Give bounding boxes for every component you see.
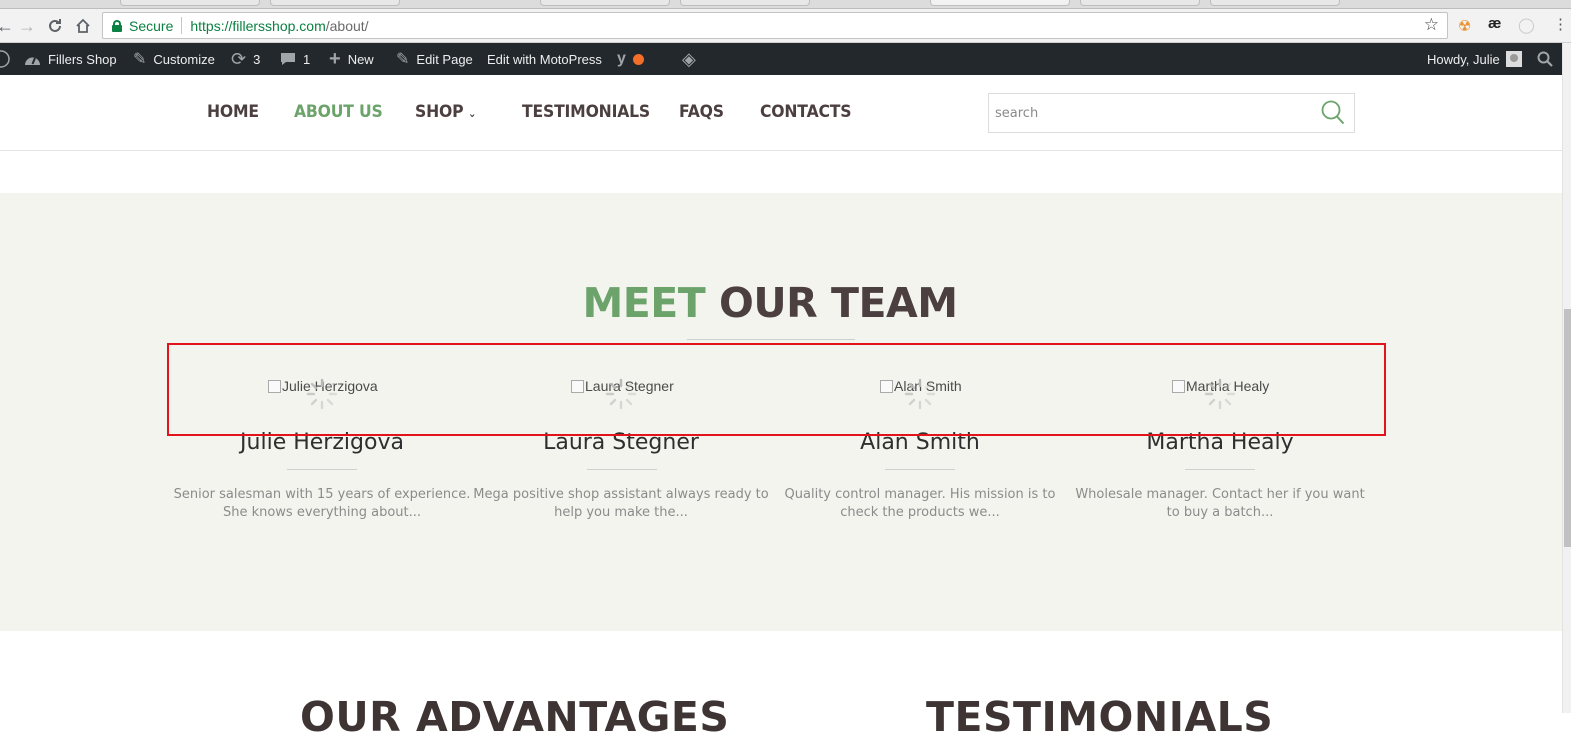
site-name-link[interactable]: Fillers Shop <box>24 43 117 75</box>
extension-icon[interactable]: ☢ <box>1458 17 1471 35</box>
edit-motopress-link[interactable]: Edit with MotoPress <box>487 43 602 75</box>
testimonials-heading: TESTIMONIALS <box>926 693 1274 741</box>
wp-admin-bar: Fillers Shop ✎ Customize ⟳ 3 1 + New ✎ E… <box>0 43 1562 75</box>
seo-menu[interactable]: y <box>617 43 644 75</box>
browser-tab-strip <box>0 0 1571 9</box>
customize-link[interactable]: ✎ Customize <box>133 43 215 75</box>
section-title: MEET OUR TEAM <box>0 279 1540 327</box>
browser-toolbar: ← → Secure https://fillersshop.com/about… <box>0 9 1571 43</box>
account-menu[interactable]: Howdy, Julie <box>1427 43 1522 75</box>
reload-icon[interactable] <box>42 13 68 39</box>
member-description: Senior salesman with 15 years of experie… <box>173 487 471 520</box>
url-path: /about/ <box>325 17 369 34</box>
scrollbar-thumb[interactable] <box>1564 309 1571 547</box>
title-main: OUR TEAM <box>719 279 958 327</box>
nav-contacts[interactable]: CONTACTS <box>760 102 852 122</box>
url-host: https://fillersshop.com <box>190 17 326 34</box>
edit-motopress-label: Edit with MotoPress <box>487 51 602 67</box>
nav-testimonials[interactable]: TESTIMONIALS <box>522 102 650 122</box>
member-description: Quality control manager. His mission is … <box>784 487 1056 520</box>
nav-about-us[interactable]: ABOUT US <box>294 102 383 122</box>
advantages-heading: OUR ADVANTAGES <box>300 693 730 741</box>
browser-tab[interactable] <box>120 0 260 6</box>
comments-link[interactable]: 1 <box>280 43 310 75</box>
member-description: Wholesale manager. Contact her if you wa… <box>1075 487 1365 520</box>
comment-icon <box>281 53 295 65</box>
browser-tab[interactable] <box>540 0 670 6</box>
page-scrollbar[interactable] <box>1562 43 1571 713</box>
seo-status-dot <box>632 53 644 65</box>
pencil-icon: ✎ <box>396 51 410 68</box>
address-separator <box>181 17 183 34</box>
site-name: Fillers Shop <box>48 51 117 67</box>
chevron-down-icon: ⌄ <box>467 107 477 120</box>
diamond-icon: ◈ <box>682 48 696 69</box>
title-highlight: MEET <box>582 279 706 327</box>
browser-tab[interactable] <box>270 0 400 6</box>
yoast-icon: y <box>617 50 626 67</box>
admin-search-icon[interactable] <box>1537 43 1553 75</box>
browser-tab[interactable] <box>1210 0 1340 6</box>
updates-link[interactable]: ⟳ 3 <box>231 43 260 75</box>
search-input[interactable] <box>989 94 1309 132</box>
home-icon[interactable] <box>70 13 96 39</box>
title-divider <box>687 339 855 340</box>
extension-icon[interactable]: ◯ <box>1518 16 1535 34</box>
member-divider <box>587 469 657 470</box>
extension-ae-icon[interactable]: æ <box>1488 15 1501 32</box>
browser-tab-active[interactable] <box>930 0 1070 6</box>
new-label: New <box>347 51 374 67</box>
new-content-link[interactable]: + New <box>329 43 374 75</box>
nav-shop[interactable]: SHOP ⌄ <box>415 102 476 122</box>
plus-icon: + <box>329 47 341 70</box>
nav-faqs[interactable]: FAQS <box>679 102 724 122</box>
forward-icon[interactable]: → <box>14 13 40 39</box>
address-bar[interactable]: Secure https://fillersshop.com/about/ ☆ <box>102 12 1448 39</box>
search-icon[interactable] <box>1321 100 1345 126</box>
wordpress-logo-icon[interactable] <box>0 43 10 75</box>
updates-count: 3 <box>253 51 261 67</box>
member-divider <box>1185 469 1255 470</box>
comments-count: 1 <box>303 51 311 67</box>
dashboard-icon <box>25 57 40 65</box>
nav-home[interactable]: HOME <box>207 102 259 122</box>
brush-icon: ✎ <box>133 51 147 68</box>
edit-page-label: Edit Page <box>416 51 473 67</box>
member-divider <box>885 469 955 470</box>
lock-icon <box>112 19 122 32</box>
updates-icon: ⟳ <box>231 48 247 69</box>
edit-page-link[interactable]: ✎ Edit Page <box>396 43 473 75</box>
member-description: Mega positive shop assistant always read… <box>473 487 769 520</box>
customize-label: Customize <box>153 51 215 67</box>
browser-tab[interactable] <box>680 0 810 6</box>
member-divider <box>287 469 357 470</box>
nav-shop-label: SHOP <box>415 102 464 122</box>
search-box <box>988 93 1355 133</box>
plugin-menu[interactable]: ◈ <box>682 43 703 75</box>
browser-tab[interactable] <box>1080 0 1200 6</box>
menu-icon[interactable]: ⋮ <box>1553 15 1568 33</box>
star-icon[interactable]: ☆ <box>1424 15 1439 35</box>
secure-label: Secure <box>129 17 174 34</box>
highlight-annotation-box <box>167 343 1386 436</box>
avatar <box>1505 51 1522 67</box>
howdy-label: Howdy, Julie <box>1427 51 1500 67</box>
